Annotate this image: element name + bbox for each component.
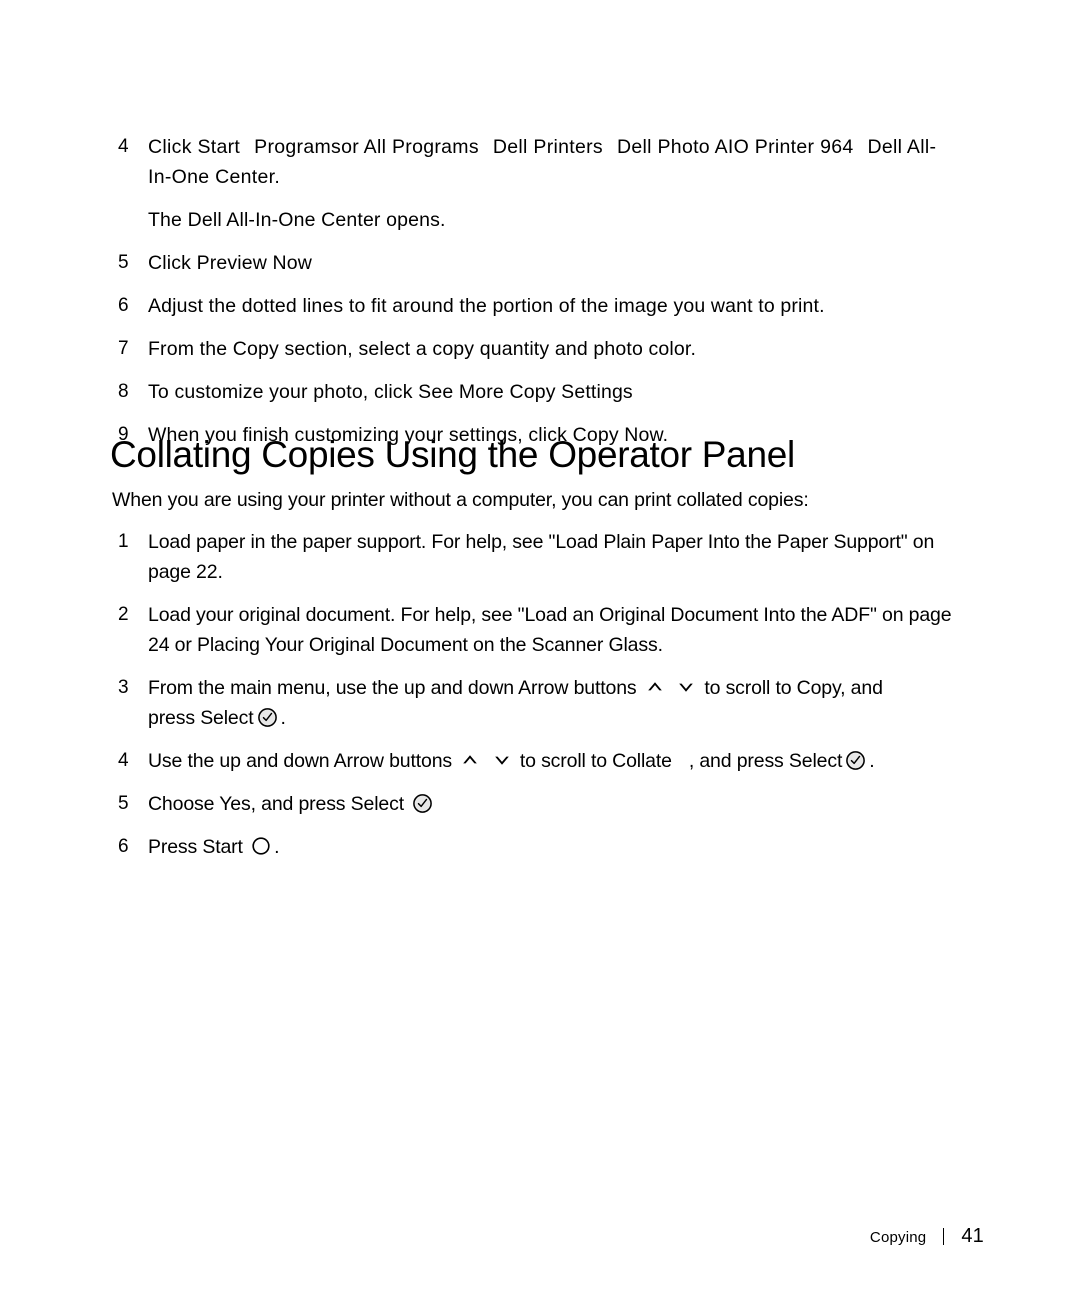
menu-path-period: . — [274, 166, 281, 188]
arrow-up-chevron-icon — [460, 750, 480, 770]
page-title: Collating Copies Using the Operator Pane… — [110, 434, 795, 475]
step-text-part: press Select — [148, 707, 254, 729]
footer-section-name: Copying — [869, 1229, 927, 1246]
step-text: Press Start . — [148, 832, 952, 862]
step-text-part: , and press Select — [688, 750, 843, 772]
step-text: Click Preview Now — [148, 252, 312, 274]
arrow-down-chevron-icon — [676, 677, 696, 697]
step-number: 6 — [118, 295, 129, 316]
step-text: Load your original document. For help, s… — [148, 604, 952, 656]
step-text: Choose Yes, and press Select — [148, 789, 952, 819]
menu-path-model: 964 — [820, 136, 854, 158]
step-text: Click Start Programsor All Programs Dell P… — [148, 132, 952, 192]
step-text: Use the up and down Arrow buttons to scr… — [148, 746, 952, 776]
step-text-part: Press Start — [148, 836, 243, 858]
document-page: 4 Click Start Programsor All Programs Dell… — [0, 0, 1080, 1296]
step-number: 6 — [118, 836, 129, 857]
list-item: 8 To customize your photo, click See Mor… — [112, 377, 952, 407]
menu-path-allprograms: or All Programs — [341, 136, 479, 158]
step-number: 5 — [118, 252, 129, 273]
step-number: 1 — [118, 531, 129, 552]
arrow-up-chevron-icon — [645, 677, 665, 697]
list-item: 4 Click Start Programsor All Programs Dell… — [112, 132, 952, 192]
step-number: 5 — [118, 793, 129, 814]
step-text: To customize your photo, click See More … — [148, 381, 633, 403]
list-item: 6 Adjust the dotted lines to fit around … — [112, 291, 952, 321]
select-checkmark-circle-icon — [257, 707, 278, 728]
step-text-part: From the main menu, use the up and down … — [148, 677, 637, 699]
list-item: 5 Choose Yes, and press Select — [112, 789, 952, 819]
list-item: 7 From the Copy section, select a copy q… — [112, 334, 952, 364]
section-intro-text: When you are using your printer without … — [112, 489, 809, 511]
step-text-part: . — [274, 836, 280, 858]
list-item: 2 Load your original document. For help,… — [112, 600, 952, 660]
step-number: 3 — [118, 677, 129, 698]
start-circle-icon — [251, 836, 271, 856]
menu-path-start: Click Start — [148, 136, 241, 158]
procedure-list-continuation: 4 Click Start Programsor All Programs Dell… — [112, 132, 952, 463]
step-text-part: . — [869, 750, 875, 772]
footer-page-number: 41 — [961, 1225, 984, 1247]
step-text: From the Copy section, select a copy qua… — [148, 338, 697, 360]
step-text-part: to scroll to Collate — [519, 750, 672, 772]
menu-path-dell-printers: Dell Printers — [492, 136, 603, 158]
footer-divider — [943, 1228, 945, 1245]
page-footer: Copying 41 — [870, 1225, 984, 1248]
step-text-part: . — [280, 707, 286, 729]
step-text: From the main menu, use the up and down … — [148, 673, 952, 733]
select-checkmark-circle-icon — [412, 793, 433, 814]
list-item: 4 Use the up and down Arrow buttons to s… — [112, 746, 952, 776]
select-checkmark-circle-icon — [845, 750, 866, 771]
step-number: 7 — [118, 338, 129, 359]
step-number: 4 — [118, 750, 129, 771]
menu-path-dell-photo-aio: Dell Photo AIO Printer — [616, 136, 815, 158]
list-item: 1 Load paper in the paper support. For h… — [112, 527, 952, 587]
step-text-part: Choose Yes, and press Select — [148, 793, 404, 815]
procedure-list-collating: 1 Load paper in the paper support. For h… — [112, 527, 952, 875]
step-number: 8 — [118, 381, 129, 402]
arrow-down-chevron-icon — [492, 750, 512, 770]
list-item: 6 Press Start . — [112, 832, 952, 862]
result-note: The Dell All-In-One Center opens. — [148, 209, 446, 231]
step-text: Adjust the dotted lines to fit around th… — [148, 295, 825, 317]
menu-path-programs: Programs — [254, 136, 342, 158]
step-text-part: Use the up and down Arrow buttons — [148, 750, 452, 772]
step-text: Load paper in the paper support. For hel… — [148, 531, 935, 583]
step-number: 4 — [118, 136, 129, 157]
list-item: 5 Click Preview Now — [112, 248, 952, 278]
list-item: 3 From the main menu, use the up and dow… — [112, 673, 952, 733]
step-number: 2 — [118, 604, 129, 625]
step-text-part: to scroll to Copy, and — [704, 677, 883, 699]
